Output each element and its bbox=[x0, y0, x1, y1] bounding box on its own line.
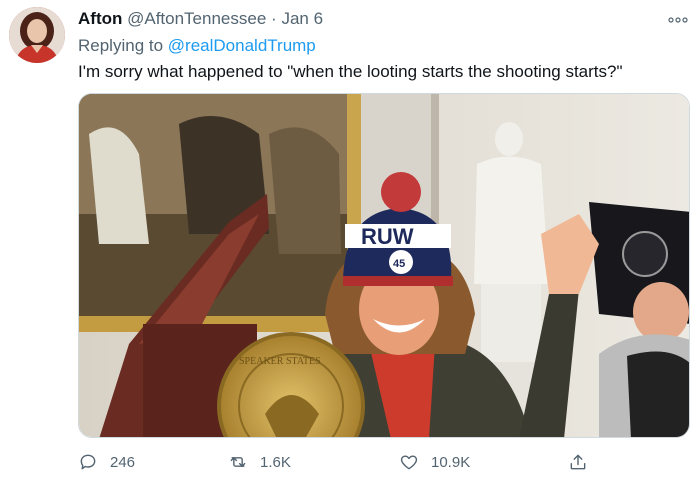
share-icon bbox=[570, 454, 586, 470]
tweet-date[interactable]: Jan 6 bbox=[281, 9, 323, 28]
photo-image: RUW 45 SPEAKER STATES bbox=[79, 94, 689, 437]
mention-link[interactable]: @realDonaldTrump bbox=[168, 36, 316, 55]
retweet-icon bbox=[230, 457, 246, 467]
reply-icon bbox=[80, 454, 96, 470]
retweet-button[interactable]: 1.6K bbox=[228, 452, 291, 472]
action-bar: 246 1.6K 10.9K bbox=[78, 452, 690, 478]
share-button[interactable] bbox=[568, 452, 588, 472]
hat-badge: 45 bbox=[393, 258, 405, 270]
heart-icon bbox=[400, 455, 418, 470]
hat-text: RUW bbox=[361, 224, 414, 249]
tweet-text: I'm sorry what happened to "when the loo… bbox=[78, 62, 623, 81]
replying-to: Replying to @realDonaldTrump bbox=[78, 36, 316, 56]
retweet-count: 1.6K bbox=[260, 453, 291, 471]
seal-text: SPEAKER STATES bbox=[239, 356, 321, 367]
avatar[interactable] bbox=[9, 7, 65, 63]
like-button[interactable]: 10.9K bbox=[399, 452, 470, 472]
reply-count: 246 bbox=[110, 453, 136, 471]
like-count: 10.9K bbox=[431, 453, 471, 471]
display-name[interactable]: Afton bbox=[78, 9, 122, 28]
reply-button[interactable]: 246 bbox=[78, 452, 135, 472]
tweet-photo[interactable]: RUW 45 SPEAKER STATES bbox=[78, 93, 690, 438]
replying-to-label: Replying to bbox=[78, 36, 164, 55]
avatar-image bbox=[9, 7, 65, 63]
user-handle[interactable]: @AftonTennessee bbox=[127, 9, 266, 28]
more-horizontal-icon bbox=[668, 17, 688, 23]
more-options-button[interactable] bbox=[668, 11, 688, 27]
separator-dot: · bbox=[271, 9, 277, 28]
tweet-header: Afton @AftonTennessee · Jan 6 bbox=[78, 9, 323, 29]
